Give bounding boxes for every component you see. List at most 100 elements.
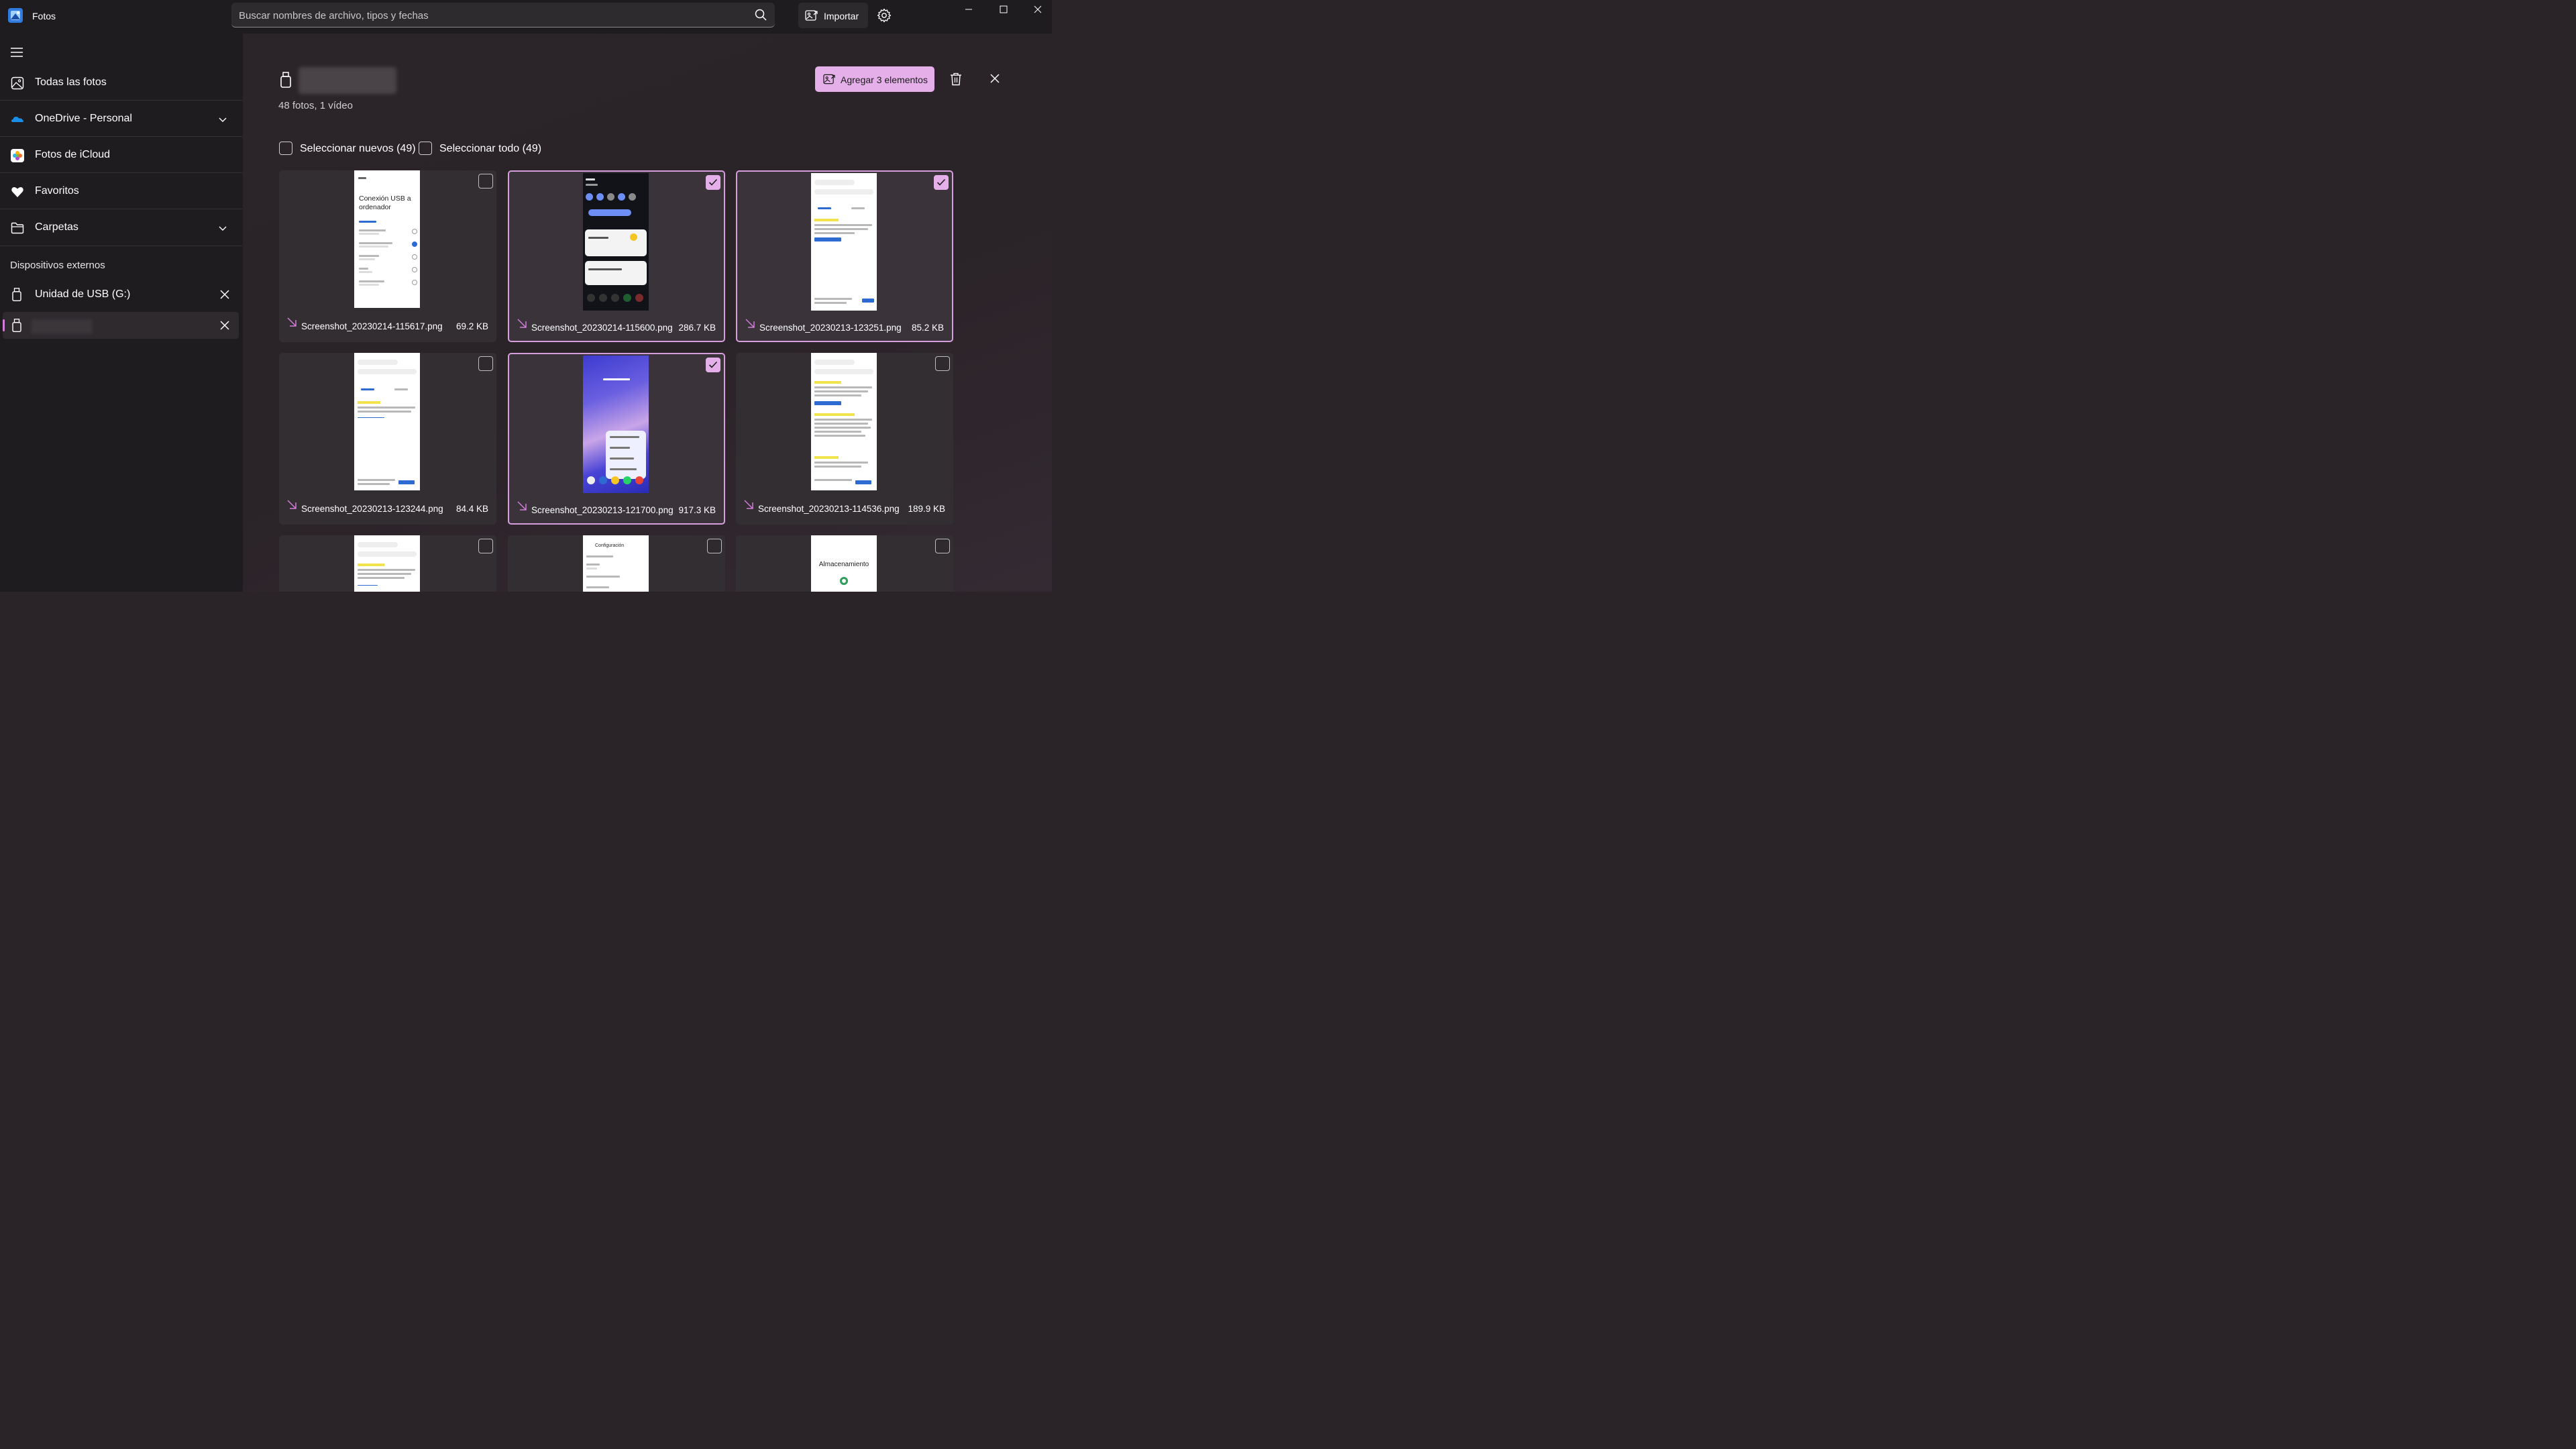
sidebar-item-label: Favoritos	[35, 185, 79, 197]
thumbnail-title: Conexión USB a ordenador	[359, 195, 411, 211]
usb-drive-icon	[12, 288, 21, 301]
add-items-button[interactable]: Agregar 3 elementos	[815, 66, 934, 92]
settings-gear-icon[interactable]	[876, 7, 892, 23]
new-item-icon	[517, 501, 527, 511]
sidebar-item-label: Unidad de USB (G:)	[35, 288, 131, 300]
file-size: 286.7 KB	[678, 323, 716, 333]
select-all-label: Seleccionar todo (49)	[439, 143, 542, 154]
tile-checkbox-checked[interactable]	[706, 175, 720, 190]
new-item-icon	[287, 500, 297, 509]
file-size: 69.2 KB	[455, 321, 488, 331]
search-box[interactable]	[231, 3, 775, 28]
sidebar-item-usb-drive[interactable]: Unidad de USB (G:)	[3, 281, 239, 308]
new-item-icon	[287, 317, 297, 327]
sidebar-item-folders[interactable]: Carpetas	[0, 210, 242, 246]
sidebar-item-label: Fotos de iCloud	[35, 149, 111, 160]
checkbox[interactable]	[279, 142, 292, 155]
photo-tile[interactable]: Screenshot_20230213-123251.png 85.2 KB	[736, 170, 953, 342]
sidebar-item-icloud[interactable]: Fotos de iCloud	[0, 138, 242, 173]
photo-tile[interactable]	[279, 535, 496, 592]
photo-tile[interactable]: Screenshot_20230213-123244.png 84.4 KB	[279, 353, 496, 525]
file-size: 917.3 KB	[678, 505, 716, 515]
sidebar-item-label: Carpetas	[35, 221, 78, 233]
tile-checkbox[interactable]	[478, 356, 493, 371]
delete-trash-icon[interactable]	[950, 72, 962, 86]
import-icon	[805, 10, 818, 21]
divider	[0, 172, 242, 173]
sidebar-item-label: Todas las fotos	[35, 76, 107, 88]
chevron-down-icon[interactable]	[219, 224, 227, 232]
icloud-photos-icon	[11, 149, 24, 162]
file-name: Screenshot_20230213-121700.png	[531, 505, 674, 515]
file-name: Screenshot_20230214-115617.png	[301, 321, 443, 331]
divider	[0, 100, 242, 101]
import-label: Importar	[824, 11, 859, 21]
selection-indicator	[3, 319, 5, 331]
photo-thumbnail	[583, 173, 649, 311]
checkmark-icon	[708, 178, 718, 186]
onedrive-icon	[11, 117, 24, 122]
divider	[0, 136, 242, 137]
file-name: Screenshot_20230213-123244.png	[301, 504, 443, 514]
import-icon	[823, 74, 835, 85]
file-size: 85.2 KB	[911, 323, 944, 333]
tile-checkbox[interactable]	[478, 539, 493, 553]
photos-app-icon	[8, 8, 23, 23]
photo-tile[interactable]: Screenshot_20230214-115600.png 286.7 KB	[508, 170, 725, 342]
photos-icon	[11, 76, 24, 90]
checkmark-icon	[708, 361, 718, 368]
file-name: Screenshot_20230213-114536.png	[758, 504, 900, 514]
title-bar: Fotos Importar	[0, 0, 1052, 34]
photo-thumbnail: Conexión USB a ordenador	[354, 170, 420, 308]
photo-tile[interactable]: Screenshot_20230213-114536.png 189.9 KB	[736, 353, 953, 525]
tile-checkbox[interactable]	[707, 539, 722, 553]
close-icon[interactable]	[990, 74, 1000, 83]
file-size: 189.9 KB	[908, 504, 945, 514]
tile-checkbox-checked[interactable]	[934, 175, 949, 190]
sidebar-item-favorites[interactable]: Favoritos	[0, 174, 242, 209]
new-item-icon	[745, 319, 755, 328]
blurred-device-title	[299, 67, 396, 94]
search-icon[interactable]	[755, 9, 767, 21]
sidebar-item-all-photos[interactable]: Todas las fotos	[0, 65, 242, 101]
photo-tile[interactable]: Configuración	[508, 535, 725, 592]
sidebar-item-onedrive[interactable]: OneDrive - Personal	[0, 101, 242, 137]
eject-close-icon[interactable]	[220, 321, 229, 330]
tile-checkbox[interactable]	[478, 174, 493, 189]
maximize-icon[interactable]	[988, 0, 1019, 21]
eject-close-icon[interactable]	[220, 290, 229, 299]
usb-drive-icon	[280, 72, 291, 88]
select-new-label: Seleccionar nuevos (49)	[300, 143, 416, 154]
tile-checkbox[interactable]	[935, 356, 950, 371]
photo-thumbnail	[354, 353, 420, 490]
photo-thumbnail	[583, 356, 649, 493]
new-item-icon	[517, 319, 527, 328]
tile-checkbox[interactable]	[935, 539, 950, 553]
item-count: 48 fotos, 1 vídeo	[278, 100, 353, 111]
tile-checkbox-checked[interactable]	[706, 358, 720, 372]
heart-icon	[11, 187, 23, 197]
window-close-icon[interactable]	[1021, 0, 1052, 21]
search-input[interactable]	[231, 3, 750, 28]
usb-drive-icon	[12, 319, 21, 332]
photo-tile[interactable]: Almacenamiento	[736, 535, 953, 592]
blurred-device-name	[31, 319, 93, 334]
sidebar-item-label: OneDrive - Personal	[35, 113, 132, 124]
photo-thumbnail	[811, 353, 877, 490]
sidebar-item-phone-device[interactable]	[3, 312, 239, 339]
photo-tile[interactable]: Screenshot_20230213-121700.png 917.3 KB	[508, 353, 725, 525]
chevron-down-icon[interactable]	[219, 115, 227, 123]
hamburger-menu-icon[interactable]	[11, 48, 23, 57]
file-name: Screenshot_20230213-123251.png	[759, 323, 902, 333]
thumbnail-title: Configuración	[595, 543, 625, 548]
photo-tile[interactable]: Conexión USB a ordenador Screenshot_2023…	[279, 170, 496, 342]
import-button[interactable]: Importar	[798, 3, 868, 28]
file-size: 84.4 KB	[455, 504, 488, 514]
add-items-label: Agregar 3 elementos	[841, 74, 928, 85]
checkmark-icon	[936, 178, 946, 186]
checkbox[interactable]	[419, 142, 432, 155]
photo-thumbnail: Almacenamiento	[811, 535, 877, 592]
file-name: Screenshot_20230214-115600.png	[531, 323, 673, 333]
thumbnail-title: Almacenamiento	[818, 561, 869, 568]
minimize-icon[interactable]	[953, 0, 984, 21]
